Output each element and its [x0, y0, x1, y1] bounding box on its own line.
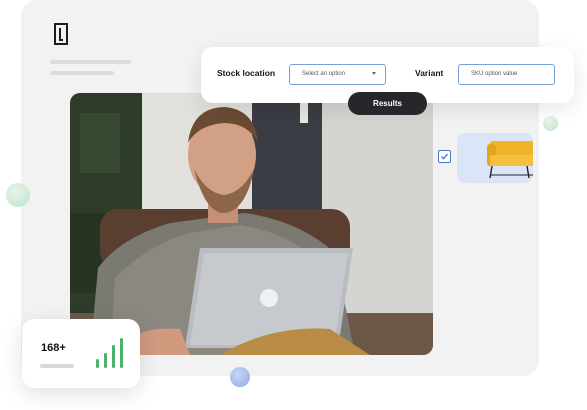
chevron-down-icon: [372, 72, 376, 75]
brand-logo-icon: [54, 23, 68, 45]
stock-location-value: Select an option: [302, 71, 346, 77]
decorative-dot: [6, 183, 30, 207]
variant-value: SKU option value: [471, 71, 518, 77]
stat-card: 168+: [22, 319, 140, 388]
variant-label: Variant: [415, 68, 444, 78]
placeholder-line: [50, 71, 114, 75]
sofa-icon: [487, 141, 533, 179]
stat-value: 168+: [41, 342, 66, 354]
placeholder-line: [50, 60, 131, 64]
growth-bars: [96, 338, 126, 368]
stock-location-label: Stock location: [217, 68, 276, 78]
growth-bar: [112, 345, 115, 368]
results-button[interactable]: Results: [348, 92, 427, 115]
variant-input[interactable]: SKU option value: [458, 64, 555, 85]
growth-bar: [104, 353, 107, 368]
growth-bar: [96, 359, 99, 368]
stock-location-select[interactable]: Select an option: [289, 64, 386, 85]
growth-bar: [120, 338, 123, 368]
decorative-dot: [230, 367, 250, 387]
placeholder-line: [40, 364, 74, 368]
product-checkbox[interactable]: [438, 150, 451, 163]
product-thumbnail[interactable]: [457, 133, 533, 183]
checkmark-icon: [441, 153, 449, 160]
decorative-dot: [543, 116, 558, 131]
hero-photo: [70, 93, 433, 355]
